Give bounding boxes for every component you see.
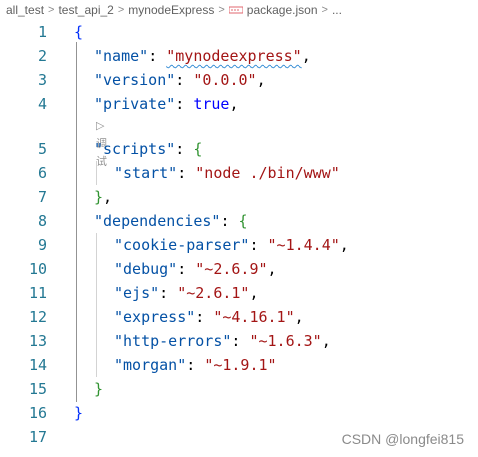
json-comma: , [301, 47, 311, 65]
json-colon: : [175, 95, 194, 113]
line-number: 9 [37, 236, 47, 254]
json-boolean-value: true [193, 95, 230, 113]
code-line: "name": "mynodeexpress", [94, 44, 311, 68]
json-colon: : [159, 284, 178, 302]
breadcrumb-separator: > [48, 4, 55, 16]
json-colon: : [175, 71, 194, 89]
breadcrumb-item-all-test[interactable]: all_test [6, 3, 44, 17]
json-key: "dependencies" [94, 212, 221, 230]
code-line: "dependencies": { [94, 209, 248, 233]
json-string-value: "node ./bin/www" [195, 164, 340, 182]
json-string-value: "~2.6.9" [195, 260, 268, 278]
code-line: "debug": "~2.6.9", [114, 257, 277, 281]
code-line: "private": true, [94, 92, 239, 116]
json-comma: , [294, 308, 304, 326]
json-string-value: "~1.9.1" [204, 356, 277, 374]
json-string-value: "mynodeexpress" [166, 47, 302, 65]
code-line: "version": "0.0.0", [94, 68, 266, 92]
json-comma: , [321, 332, 331, 350]
json-colon: : [148, 47, 167, 65]
line-number: 13 [28, 332, 47, 350]
debug-codelens[interactable]: ▷ 调试 [96, 117, 107, 168]
line-number: 10 [28, 260, 47, 278]
line-number: 2 [37, 47, 47, 65]
brace-open: { [238, 212, 248, 230]
line-number: 16 [28, 404, 47, 422]
code-line: "ejs": "~2.6.1", [114, 281, 259, 305]
json-colon: : [175, 140, 194, 158]
line-number: 6 [37, 164, 47, 182]
brace-open: { [74, 23, 84, 41]
code-line: "morgan": "~1.9.1" [114, 353, 277, 377]
json-comma: , [249, 284, 259, 302]
json-key: "morgan" [114, 356, 187, 374]
brace-close: } [74, 404, 84, 422]
indent-guide [76, 42, 77, 402]
json-colon: : [249, 236, 268, 254]
code-line: "express": "~4.16.1", [114, 305, 304, 329]
code-line: } [74, 401, 83, 425]
json-colon: : [177, 164, 196, 182]
line-number: 12 [28, 308, 47, 326]
json-file-icon [228, 5, 243, 15]
line-number: 8 [37, 212, 47, 230]
code-line: }, [94, 185, 112, 209]
json-key: "ejs" [114, 284, 160, 302]
json-key: "version" [94, 71, 176, 89]
json-string-value: "0.0.0" [193, 71, 257, 89]
json-key: "start" [114, 164, 178, 182]
breadcrumb-item-package-json[interactable]: package.json [247, 3, 318, 17]
line-number: 1 [37, 23, 47, 41]
json-string-value: "~4.16.1" [213, 308, 295, 326]
code-line: "cookie-parser": "~1.4.4", [114, 233, 349, 257]
json-comma: , [103, 188, 113, 206]
breadcrumb-separator: > [321, 4, 328, 16]
breadcrumb-item-more[interactable]: ... [332, 3, 342, 17]
line-number: 4 [37, 95, 47, 113]
code-line: } [94, 377, 103, 401]
json-key: "private" [94, 95, 176, 113]
json-colon: : [177, 260, 196, 278]
line-number: 15 [28, 380, 47, 398]
line-number: 3 [37, 71, 47, 89]
json-key: "cookie-parser" [114, 236, 250, 254]
json-key: "scripts" [94, 140, 176, 158]
json-colon: : [186, 356, 205, 374]
json-colon: : [220, 212, 239, 230]
watermark: CSDN @longfei815 [341, 431, 464, 447]
brace-close: } [94, 188, 104, 206]
json-key: "express" [114, 308, 196, 326]
json-key: "name" [94, 47, 149, 65]
json-comma: , [229, 95, 239, 113]
code-editor[interactable]: 1 2 3 4 5 6 7 8 9 10 11 12 13 14 15 16 1… [0, 20, 478, 457]
breadcrumb-item-mynodeexpress[interactable]: mynodeExpress [128, 3, 214, 17]
json-colon: : [195, 308, 214, 326]
json-string-value: "~1.4.4" [267, 236, 340, 254]
json-key: "debug" [114, 260, 178, 278]
code-line: "start": "node ./bin/www" [114, 161, 340, 185]
brace-open: { [193, 140, 203, 158]
code-line: { [74, 20, 83, 44]
breadcrumb: all_test > test_api_2 > mynodeExpress > … [0, 0, 478, 20]
brace-close: } [94, 380, 104, 398]
json-comma: , [267, 260, 277, 278]
code-line: "scripts": { [94, 137, 202, 161]
indent-guide [96, 233, 97, 377]
json-string-value: "~1.6.3" [249, 332, 322, 350]
json-comma: , [256, 71, 266, 89]
line-number: 5 [37, 140, 47, 158]
json-key: "http-errors" [114, 332, 232, 350]
line-number: 7 [37, 188, 47, 206]
line-number: 11 [28, 284, 47, 302]
breadcrumb-separator: > [117, 4, 125, 16]
line-number: 14 [28, 356, 47, 374]
code-line: "http-errors": "~1.6.3", [114, 329, 331, 353]
breadcrumb-separator: > [218, 4, 225, 16]
json-string-value: "~2.6.1" [177, 284, 250, 302]
breadcrumb-item-test-api-2[interactable]: test_api_2 [58, 3, 113, 17]
json-comma: , [339, 236, 349, 254]
line-number: 17 [28, 428, 47, 446]
json-colon: : [231, 332, 250, 350]
